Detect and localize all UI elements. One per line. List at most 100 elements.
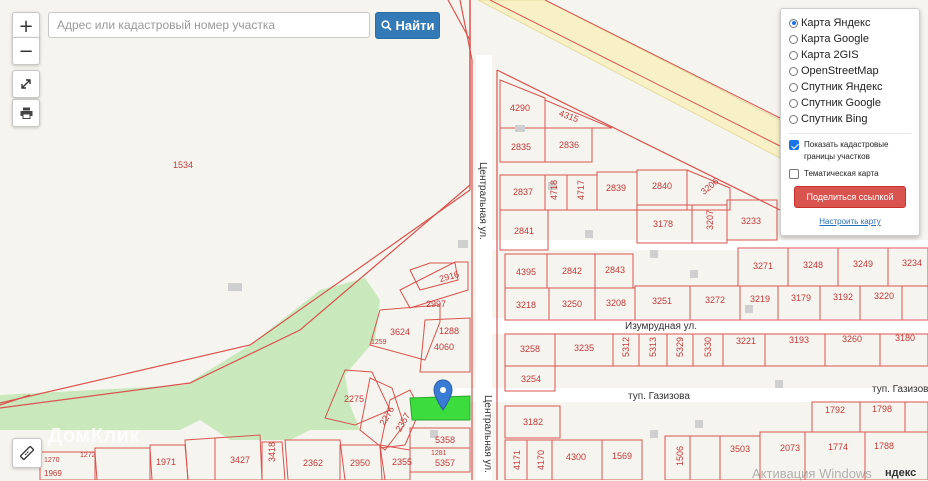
search-button[interactable]: Найти xyxy=(375,12,440,39)
layer-option-label: OpenStreetMap xyxy=(801,65,879,77)
radio-button[interactable] xyxy=(789,114,798,124)
parcel-label: 1788 xyxy=(874,441,894,451)
layer-option-label: Спутник Bing xyxy=(801,113,868,125)
layer-option-google-map[interactable]: Карта Google xyxy=(789,31,911,47)
layer-option-label: Спутник Google xyxy=(801,97,881,109)
parcel-label: 3624 xyxy=(390,327,410,337)
zoom-out-button[interactable]: − xyxy=(12,37,40,65)
parcel-label: 1798 xyxy=(872,404,892,414)
parcel-label: 4060 xyxy=(434,342,454,352)
parcel-label: 2362 xyxy=(303,458,323,468)
windows-activation-text: Активация Windows xyxy=(752,466,872,481)
street-label-gazizova-2: туп. Газизова xyxy=(872,384,928,395)
parcel-label: 4718 xyxy=(549,180,559,200)
printer-icon xyxy=(20,107,32,119)
parcel-label: 2837 xyxy=(513,187,533,197)
parcel-label: 2843 xyxy=(605,265,625,275)
share-link-button[interactable]: Поделиться ссылкой xyxy=(794,186,906,208)
parcel-label: 3251 xyxy=(652,296,672,306)
layer-option-google-satellite[interactable]: Спутник Google xyxy=(789,95,911,111)
parcel-label: 3219 xyxy=(750,294,770,304)
parcel-label: 3427 xyxy=(230,455,250,465)
ruler-icon xyxy=(20,446,34,460)
parcel-label: 5313 xyxy=(648,337,658,357)
street-label-central: Центральная ул. xyxy=(477,162,488,240)
parcel-label: 1288 xyxy=(439,326,459,336)
parcel-label: 4717 xyxy=(576,180,586,200)
parcel-label: 5329 xyxy=(675,337,685,357)
layer-option-yandex-map[interactable]: Карта Яндекс xyxy=(789,15,911,31)
parcel-label: 2836 xyxy=(559,140,579,150)
layer-option-label: Спутник Яндекс xyxy=(801,81,883,93)
layer-option-label: Карта Яндекс xyxy=(801,17,871,29)
thematic-map-toggle[interactable]: Тематическая карта xyxy=(789,168,911,180)
parcel-label: 3208 xyxy=(606,298,626,308)
radio-button[interactable] xyxy=(789,34,798,44)
parcel-label: 5330 xyxy=(703,337,713,357)
parcel-label: 3207 xyxy=(705,210,715,230)
parcel-label: 1272 xyxy=(80,452,96,459)
parcel-label: 1971 xyxy=(156,457,176,467)
street-label-izumrudnaya: Изумрудная ул. xyxy=(625,321,697,332)
parcel-label: 1569 xyxy=(612,451,632,461)
layer-option-bing-satellite[interactable]: Спутник Bing xyxy=(789,111,911,127)
parcel-label: 4395 xyxy=(516,267,536,277)
parcel-label: 5357 xyxy=(435,458,455,468)
parcel-label: 3248 xyxy=(803,260,823,270)
parcel-label: 2073 xyxy=(780,443,800,453)
parcel-label: 3250 xyxy=(562,299,582,309)
parcel-label: 3418 xyxy=(267,442,277,462)
parcel-label: 3182 xyxy=(523,417,543,427)
layer-option-label: Карта Google xyxy=(801,33,869,45)
parcel-label: 3235 xyxy=(574,343,594,353)
zoom-in-button[interactable]: + xyxy=(12,12,40,40)
map-provider-logo: ндекс xyxy=(885,467,917,479)
layer-option-2gis-map[interactable]: Карта 2GIS xyxy=(789,47,911,63)
parcel-label: 3233 xyxy=(741,216,761,226)
radio-button[interactable] xyxy=(789,98,798,108)
parcel-label: 3180 xyxy=(895,333,915,343)
parcel-label: 1774 xyxy=(828,442,848,452)
layer-panel: Карта Яндекс Карта Google Карта 2GIS Ope… xyxy=(780,8,920,236)
parcel-label: 2355 xyxy=(392,457,412,467)
layer-option-yandex-satellite[interactable]: Спутник Яндекс xyxy=(789,79,911,95)
cadastral-borders-toggle[interactable]: Показать кадастровые границы участков xyxy=(789,139,911,163)
parcel-label: 1259 xyxy=(371,339,387,346)
print-button[interactable] xyxy=(12,99,40,127)
radio-button[interactable] xyxy=(789,50,798,60)
parcel-label: 3220 xyxy=(874,291,894,301)
domclick-watermark: ДомКлик xyxy=(48,425,140,447)
parcel-label: 2950 xyxy=(350,458,370,468)
search-input[interactable] xyxy=(48,12,370,38)
parcel-label: 1270 xyxy=(44,457,60,464)
radio-button[interactable] xyxy=(789,66,798,76)
checkbox[interactable] xyxy=(789,169,799,179)
configure-map-link[interactable]: Настроить карту xyxy=(789,217,911,226)
radio-button[interactable] xyxy=(789,82,798,92)
parcel-label: 3254 xyxy=(521,374,541,384)
checkbox[interactable] xyxy=(789,140,799,150)
parcel-label: 3258 xyxy=(520,344,540,354)
fullscreen-button[interactable] xyxy=(12,70,40,98)
parcel-label: 2842 xyxy=(562,266,582,276)
parcel-label: 1534 xyxy=(173,160,193,170)
search-button-label: Найти xyxy=(395,18,435,33)
parcel-label: 4170 xyxy=(536,450,546,470)
parcel-label: 2841 xyxy=(514,226,534,236)
parcel-label: 5358 xyxy=(435,435,455,445)
cadastral-borders-label: Показать кадастровые границы участков xyxy=(804,140,889,161)
parcel-label: 1969 xyxy=(44,469,62,478)
parcel-label: 2997 xyxy=(426,299,446,309)
thematic-map-label: Тематическая карта xyxy=(804,169,879,178)
layer-option-openstreetmap[interactable]: OpenStreetMap xyxy=(789,63,911,79)
search-icon xyxy=(380,20,392,31)
divider xyxy=(789,133,911,134)
parcel-label: 3249 xyxy=(853,259,873,269)
parcel-label: 3234 xyxy=(902,258,922,268)
parcel-label: 3503 xyxy=(730,444,750,454)
parcel-label: 3221 xyxy=(736,336,756,346)
parcel-label: 3193 xyxy=(789,335,809,345)
radio-button[interactable] xyxy=(789,18,798,28)
ruler-button[interactable] xyxy=(12,438,42,468)
expand-icon xyxy=(21,79,31,89)
